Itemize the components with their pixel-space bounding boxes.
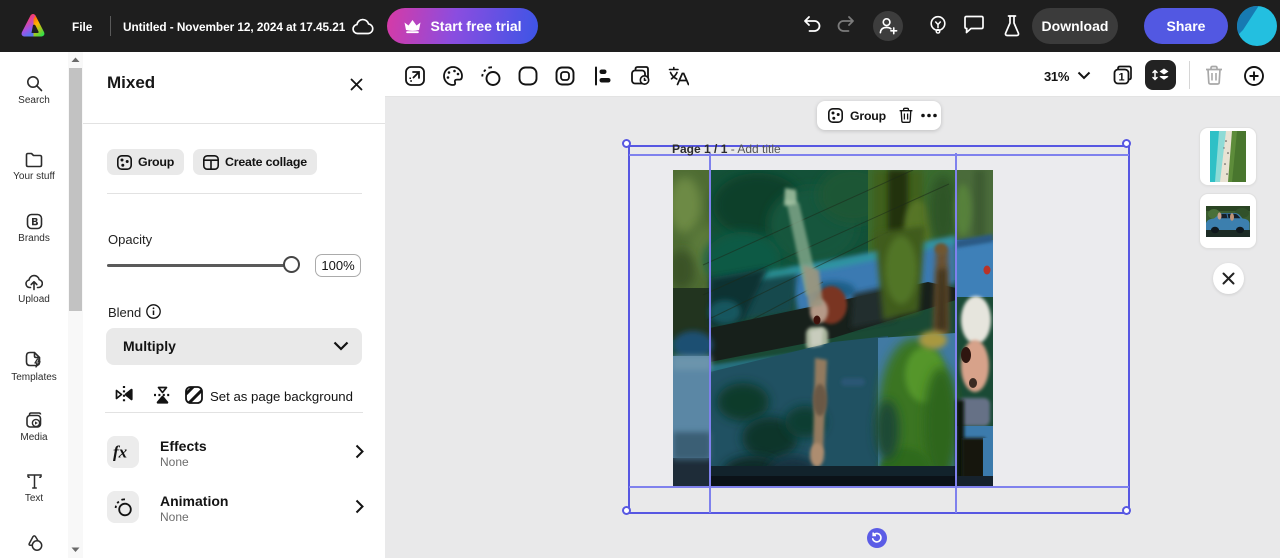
svg-text:1: 1 (1119, 72, 1125, 84)
svg-text:fx: fx (113, 443, 128, 461)
